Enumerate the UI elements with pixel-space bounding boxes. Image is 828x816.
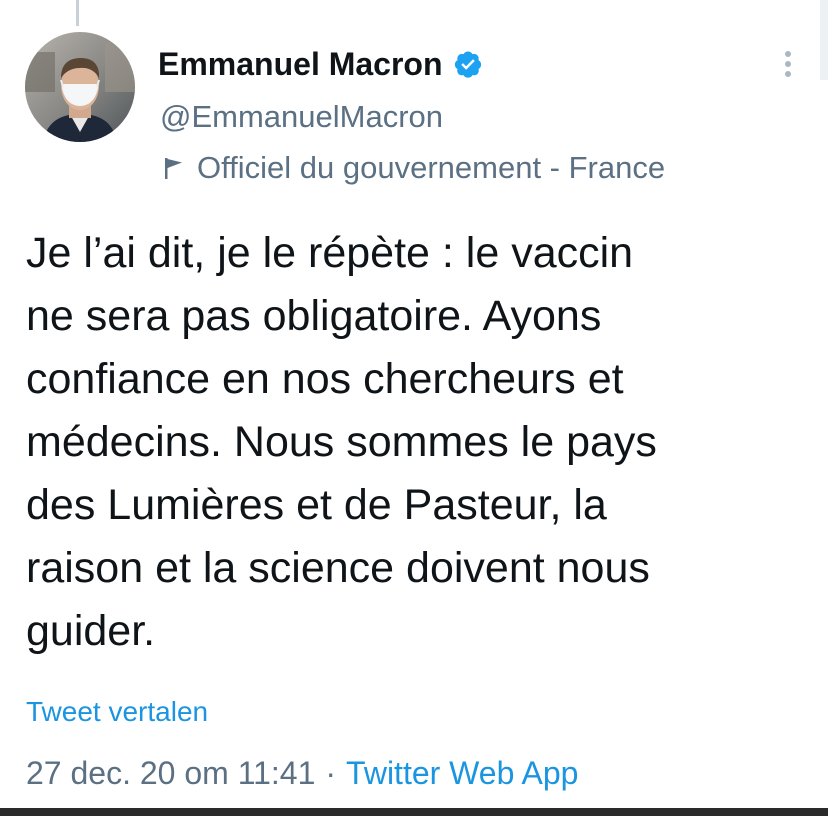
government-label[interactable]: Officiel du gouvernement - France (163, 148, 665, 188)
translate-tweet-link[interactable]: Tweet vertalen (26, 694, 208, 730)
author-display-name[interactable]: Emmanuel Macron (158, 44, 443, 84)
tweet-timestamp[interactable]: 27 dec. 20 om 11:41 (26, 755, 315, 791)
author-handle[interactable]: @EmmanuelMacron (160, 97, 443, 137)
author-name-row: Emmanuel Macron (158, 44, 483, 84)
flag-icon (163, 156, 185, 180)
bottom-divider (0, 808, 828, 816)
more-options-button[interactable] (772, 46, 804, 86)
tweet-meta: 27 dec. 20 om 11:41 · Twitter Web App (26, 752, 578, 794)
more-options-icon (784, 50, 792, 83)
verified-badge-icon (453, 49, 483, 79)
government-label-text: Officiel du gouvernement - France (197, 150, 666, 185)
meta-separator: · (325, 755, 337, 791)
avatar[interactable] (25, 32, 135, 142)
profile-photo-icon (25, 32, 135, 142)
thread-connector-line (76, 0, 79, 26)
tweet-text: Je l’ai dit, je le répète : le vaccin ne… (26, 229, 657, 655)
tweet-source-link[interactable]: Twitter Web App (346, 755, 578, 791)
scrollbar[interactable] (820, 0, 828, 80)
